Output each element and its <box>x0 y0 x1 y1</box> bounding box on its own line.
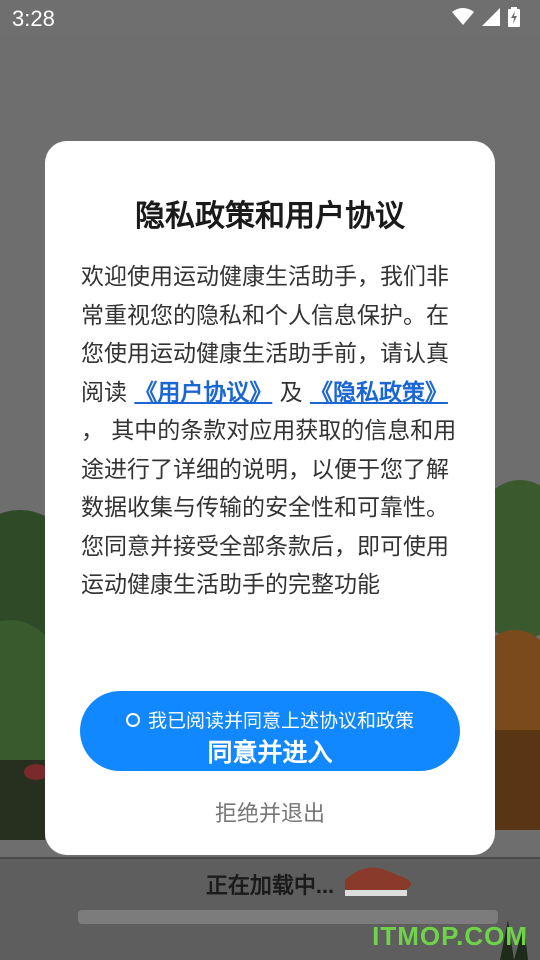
loading-text: 正在加载中... <box>205 873 335 898</box>
privacy-dialog: 隐私政策和用户协议 欢迎使用运动健康生活助手，我们非常重视您的隐私和个人信息保护… <box>45 141 495 855</box>
agree-button-label: 同意并进入 <box>207 738 333 767</box>
status-icons <box>452 7 520 27</box>
privacy-policy-link[interactable]: 《隐私政策》 <box>310 380 448 406</box>
status-bar: 3:28 <box>0 0 540 38</box>
status-time: 3:28 <box>12 6 55 31</box>
dialog-title: 隐私政策和用户协议 <box>135 199 405 234</box>
watermark: ITMOP.COM <box>372 921 528 951</box>
agree-checkbox-label: 我已阅读并同意上述协议和政策 <box>147 710 414 732</box>
agree-checkbox-row[interactable]: 我已阅读并同意上述协议和政策 <box>80 706 460 733</box>
dialog-body: 欢迎使用运动健康生活助手，我们非常重视您的隐私和个人信息保护。在您使用运动健康生… <box>81 258 461 605</box>
signal-icon <box>482 8 500 26</box>
wifi-icon <box>452 8 474 25</box>
and-text: 及 <box>279 379 303 406</box>
user-agreement-link[interactable]: 《用户协议》 <box>134 380 272 406</box>
agree-and-enter-button[interactable]: 我已阅读并同意上述协议和政策 同意并进入 <box>80 691 460 771</box>
radio-unchecked-icon[interactable] <box>125 712 140 727</box>
battery-charging-icon <box>508 7 520 27</box>
body-text-part2: ， 其中的条款对应用获取的信息和用途进行了详细的说明，以便于您了解数据收集与传输… <box>81 418 457 598</box>
reject-and-exit-button[interactable]: 拒绝并退出 <box>45 796 495 828</box>
